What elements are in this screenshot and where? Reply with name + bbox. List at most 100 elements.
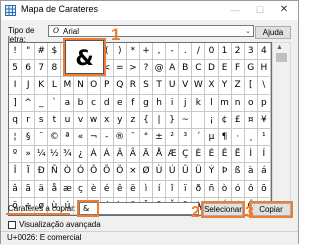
- character-cell[interactable]: Q: [113, 77, 127, 95]
- character-cell[interactable]: z: [126, 111, 140, 129]
- character-cell[interactable]: N: [74, 77, 88, 95]
- character-cell[interactable]: Ã: [126, 146, 140, 164]
- character-cell[interactable]: 5: [9, 60, 23, 78]
- character-cell[interactable]: Â: [113, 146, 127, 164]
- character-cell[interactable]: ô: [244, 180, 258, 198]
- character-cell[interactable]: [: [244, 77, 258, 95]
- character-cell[interactable]: Ù: [153, 163, 167, 181]
- character-cell[interactable]: ¢: [218, 111, 232, 129]
- character-cell[interactable]: q: [9, 111, 23, 129]
- character-cell[interactable]: ò: [218, 180, 232, 198]
- character-cell[interactable]: s: [35, 111, 49, 129]
- character-cell[interactable]: «: [74, 128, 88, 147]
- character-cell[interactable]: C: [192, 60, 206, 78]
- character-cell[interactable]: »: [22, 146, 36, 164]
- character-cell[interactable]: ä: [35, 180, 49, 198]
- font-dropdown[interactable]: O Arial ⌄: [48, 25, 254, 37]
- character-cell[interactable]: §: [22, 128, 36, 147]
- character-cell[interactable]: ï: [179, 180, 193, 198]
- character-cell[interactable]: è: [87, 180, 101, 198]
- character-cell[interactable]: ±: [153, 128, 167, 147]
- character-cell[interactable]: ç: [74, 180, 88, 198]
- character-cell[interactable]: S: [139, 77, 154, 95]
- character-cell[interactable]: Í: [257, 146, 271, 164]
- character-cell[interactable]: f: [126, 94, 140, 112]
- character-cell[interactable]: á: [257, 163, 271, 181]
- character-cell[interactable]: 8: [48, 60, 62, 78]
- character-cell[interactable]: *: [126, 43, 140, 61]
- character-cell[interactable]: à: [244, 163, 258, 181]
- character-cell[interactable]: W: [192, 77, 206, 95]
- character-cell[interactable]: |: [153, 111, 167, 129]
- character-cell[interactable]: 3: [244, 43, 258, 61]
- character-cell[interactable]: ê: [113, 180, 127, 198]
- character-cell[interactable]: .: [179, 43, 193, 61]
- character-cell[interactable]: L: [48, 77, 62, 95]
- character-cell[interactable]: E: [218, 60, 232, 78]
- character-cell[interactable]: ¾: [61, 146, 75, 164]
- character-cell[interactable]: B: [179, 60, 193, 78]
- character-cell[interactable]: `: [48, 94, 62, 112]
- character-cell[interactable]: r: [22, 111, 36, 129]
- character-cell[interactable]: K: [35, 77, 49, 95]
- character-cell[interactable]: V: [179, 77, 193, 95]
- character-cell[interactable]: t: [48, 111, 62, 129]
- character-cell[interactable]: Å: [153, 146, 167, 164]
- grid-scrollbar[interactable]: ▲ ▼: [272, 42, 291, 216]
- character-cell[interactable]: å: [48, 180, 62, 198]
- character-cell[interactable]: ^: [22, 94, 36, 112]
- character-cell[interactable]: A: [166, 60, 180, 78]
- minimize-icon[interactable]: —: [223, 2, 247, 18]
- character-cell[interactable]: í: [153, 180, 167, 198]
- character-cell[interactable]: ¿: [74, 146, 88, 164]
- character-cell[interactable]: Ç: [179, 146, 193, 164]
- character-cell[interactable]: +: [139, 43, 154, 61]
- character-cell[interactable]: F: [231, 60, 245, 78]
- character-cell[interactable]: Û: [179, 163, 193, 181]
- title-bar[interactable]: Mapa de Carateres — ☐ ✕: [1, 1, 298, 20]
- character-cell[interactable]: 7: [35, 60, 49, 78]
- character-grid[interactable]: !"#$%&'()*+,-./0123456789:;<=>?@ABCDEFGH…: [8, 42, 272, 216]
- character-cell[interactable]: Õ: [100, 163, 114, 181]
- character-cell[interactable]: {: [139, 111, 154, 129]
- character-cell[interactable]: e: [113, 94, 127, 112]
- character-cell[interactable]: M: [61, 77, 75, 95]
- character-cell[interactable]: Ê: [218, 146, 232, 164]
- character-cell[interactable]: 6: [22, 60, 36, 78]
- character-cell[interactable]: µ: [205, 128, 219, 147]
- character-cell[interactable]: m: [218, 94, 232, 112]
- character-cell[interactable]: Æ: [166, 146, 180, 164]
- character-cell[interactable]: Ý: [205, 163, 219, 181]
- character-cell[interactable]: j: [179, 94, 193, 112]
- character-cell[interactable]: ´: [192, 128, 206, 147]
- character-cell[interactable]: ?: [139, 60, 154, 78]
- character-cell[interactable]: Þ: [218, 163, 232, 181]
- character-cell[interactable]: â: [9, 180, 23, 198]
- character-cell[interactable]: ã: [22, 180, 36, 198]
- character-cell[interactable]: H: [257, 60, 271, 78]
- advanced-view-checkbox[interactable]: [8, 221, 16, 229]
- character-cell[interactable]: }: [166, 111, 180, 129]
- character-cell[interactable]: Ö: [113, 163, 127, 181]
- character-cell[interactable]: G: [244, 60, 258, 78]
- character-cell[interactable]: õ: [257, 180, 271, 198]
- character-cell[interactable]: ¸: [244, 128, 258, 147]
- character-cell[interactable]: $: [48, 43, 62, 61]
- character-cell[interactable]: p: [257, 94, 271, 112]
- character-cell[interactable]: ñ: [205, 180, 219, 198]
- character-cell[interactable]: É: [205, 146, 219, 164]
- character-cell[interactable]: w: [87, 111, 101, 129]
- character-cell[interactable]: U: [166, 77, 180, 95]
- character-cell[interactable]: ¤: [244, 111, 258, 129]
- character-cell[interactable]: b: [74, 94, 88, 112]
- character-cell[interactable]: _: [35, 94, 49, 112]
- character-cell[interactable]: n: [231, 94, 245, 112]
- character-cell[interactable]: Ü: [192, 163, 206, 181]
- help-button[interactable]: Ajuda: [255, 26, 291, 39]
- character-cell[interactable]: £: [231, 111, 245, 129]
- character-cell[interactable]: ©: [48, 128, 62, 147]
- character-cell[interactable]: Î: [9, 163, 23, 181]
- character-cell[interactable]: !: [9, 43, 23, 61]
- character-cell[interactable]: ½: [48, 146, 62, 164]
- character-cell[interactable]: P: [100, 77, 114, 95]
